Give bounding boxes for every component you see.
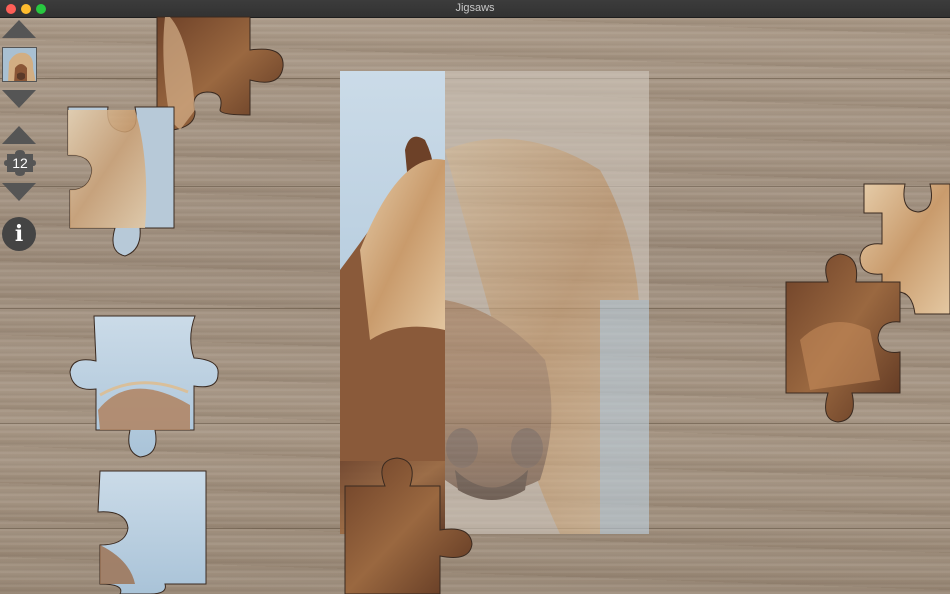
board-hint-image (445, 71, 649, 534)
puzzle-piece[interactable] (69, 315, 219, 458)
puzzle-pieces-layer (67, 16, 950, 594)
